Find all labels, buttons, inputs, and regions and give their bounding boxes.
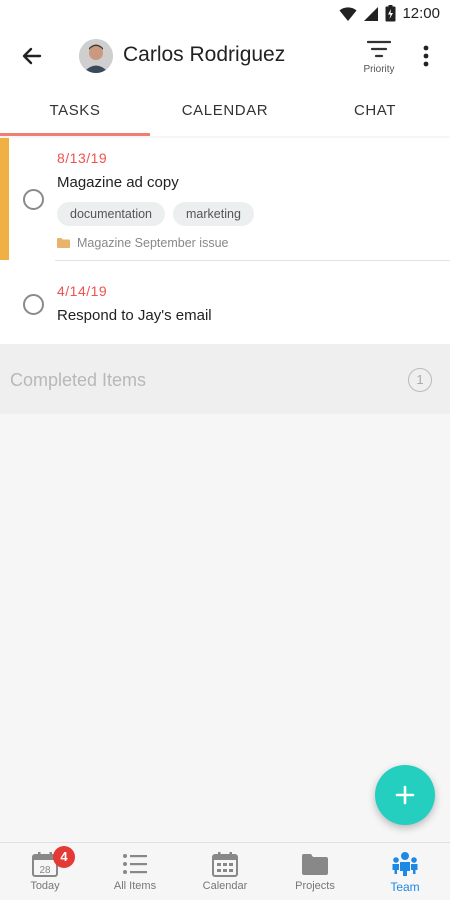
nav-label: Calendar <box>202 880 248 892</box>
task-tags: documentation marketing <box>57 202 254 226</box>
nav-projects[interactable]: Projects <box>270 843 360 900</box>
task-list: 8/13/19 Magazine ad copy documentation m… <box>0 138 450 344</box>
task-item[interactable]: 4/14/19 Respond to Jay's email <box>0 261 450 344</box>
tab-tasks[interactable]: TASKS <box>0 86 150 136</box>
nav-label: Team <box>390 880 420 894</box>
priority-sort-button[interactable]: Priority <box>357 40 401 80</box>
nav-label: Today <box>30 880 60 892</box>
tag-chip[interactable]: documentation <box>57 202 166 226</box>
nav-calendar[interactable]: Calendar <box>180 843 270 900</box>
list-icon <box>123 854 147 874</box>
today-count-badge: 4 <box>53 846 75 868</box>
wifi-icon <box>339 6 357 21</box>
calendar-icon <box>212 852 238 877</box>
status-bar: 12:00 <box>0 0 450 28</box>
bottom-navigation: 28 4 Today All Items Calendar Projects T… <box>0 842 450 900</box>
task-complete-checkbox[interactable] <box>23 189 44 210</box>
task-color-indicator <box>0 138 9 260</box>
task-complete-checkbox[interactable] <box>23 294 44 315</box>
task-title: Magazine ad copy <box>57 174 179 191</box>
folder-icon <box>57 238 70 248</box>
task-title: Respond to Jay's email <box>57 307 212 324</box>
battery-icon <box>385 5 396 22</box>
nav-all-items[interactable]: All Items <box>90 843 180 900</box>
active-tab-indicator <box>0 133 150 136</box>
completed-items-label: Completed Items <box>10 370 147 390</box>
back-arrow-icon[interactable] <box>18 42 46 70</box>
completed-items-section[interactable]: Completed Items 1 <box>0 344 450 414</box>
task-project: Magazine September issue <box>57 236 228 250</box>
calendar-day-number: 28 <box>39 865 51 876</box>
app-bar: Carlos Rodriguez Priority <box>0 28 450 86</box>
team-icon <box>392 852 418 876</box>
nav-team[interactable]: Team <box>360 843 450 900</box>
folder-icon <box>302 854 328 875</box>
tag-chip[interactable]: marketing <box>173 202 254 226</box>
completed-count-badge: 1 <box>408 368 432 392</box>
nav-label: All Items <box>113 880 157 892</box>
more-options-icon[interactable] <box>415 42 437 70</box>
task-due-date: 8/13/19 <box>57 150 108 166</box>
person-photo-icon <box>79 39 113 73</box>
tab-calendar[interactable]: CALENDAR <box>150 86 300 136</box>
add-task-button[interactable] <box>375 765 435 825</box>
priority-label: Priority <box>363 64 395 75</box>
plus-icon <box>395 785 415 805</box>
tab-bar: TASKS CALENDAR CHAT <box>0 86 450 136</box>
contact-name: Carlos Rodriguez <box>123 43 286 66</box>
signal-icon <box>364 6 379 21</box>
tab-chat[interactable]: CHAT <box>300 86 450 136</box>
nav-label: Projects <box>295 880 335 892</box>
avatar[interactable] <box>79 39 113 73</box>
status-icons: 12:00 <box>339 5 440 22</box>
sort-icon <box>366 40 392 58</box>
task-due-date: 4/14/19 <box>57 283 108 299</box>
nav-today[interactable]: 28 4 Today <box>0 843 90 900</box>
project-name: Magazine September issue <box>77 236 229 250</box>
status-time: 12:00 <box>402 5 440 22</box>
task-item[interactable]: 8/13/19 Magazine ad copy documentation m… <box>0 138 450 261</box>
